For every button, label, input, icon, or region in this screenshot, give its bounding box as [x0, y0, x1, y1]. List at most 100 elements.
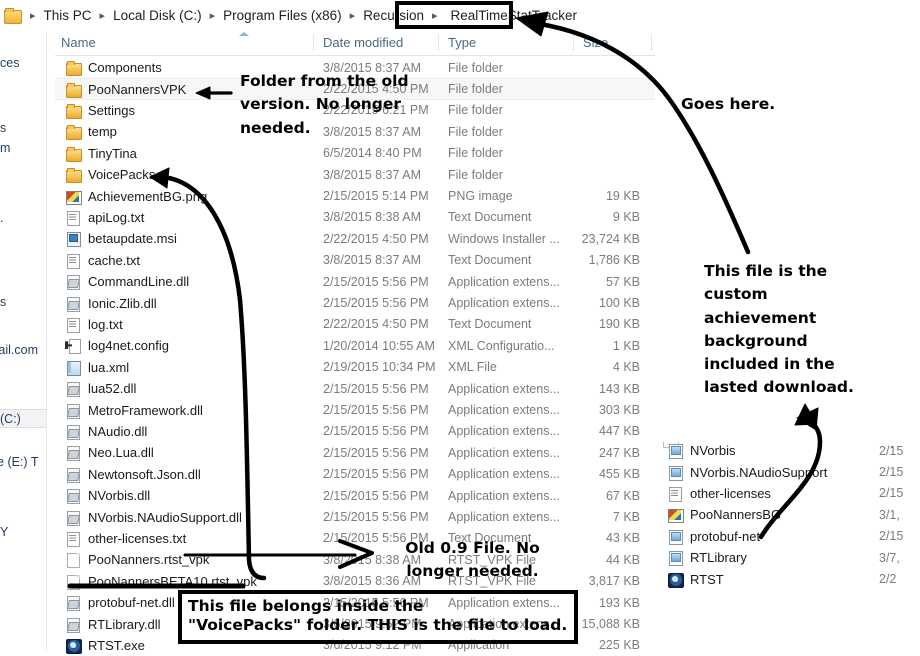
file-name-cell[interactable]: AchievementBG.png — [65, 189, 207, 205]
sidebar-item[interactable]: m — [0, 139, 10, 158]
table-row[interactable]: CommandLine.dll 2/15/2015 5:56 PM Applicat… — [55, 271, 655, 292]
file-name-cell[interactable]: VoicePacks — [65, 167, 155, 184]
table-row[interactable]: VoicePacks 3/8/2015 8:37 AM File folder — [55, 164, 655, 185]
table-row[interactable]: NVorbis.NAudioSupport 2/15 — [655, 461, 920, 482]
file-name-cell[interactable]: protobuf-net — [667, 529, 760, 545]
file-name-cell[interactable]: NVorbis.NAudioSupport — [667, 465, 827, 481]
table-row[interactable]: betaupdate.msi 2/22/2015 4:50 PM Windows I… — [55, 228, 655, 249]
text-file-icon — [65, 210, 81, 226]
file-name-cell[interactable]: NVorbis — [667, 443, 736, 460]
table-row[interactable]: apiLog.txt 3/8/2015 8:38 AM Text Document 9… — [55, 207, 655, 228]
file-name-cell[interactable]: other-licenses — [667, 486, 771, 502]
breadcrumb-item-current[interactable]: RealTimeStatTracker — [443, 5, 586, 26]
table-row[interactable]: PooNannersBG 3/1, — [655, 504, 920, 525]
table-row[interactable]: Neo.Lua.dll 2/15/2015 5:56 PM Application … — [55, 442, 655, 463]
file-name-cell[interactable]: Newtonsoft.Json.dll — [65, 467, 201, 483]
column-divider[interactable] — [313, 34, 314, 51]
table-row[interactable]: Ionic.Zlib.dll 2/15/2015 5:56 PM Applicati… — [55, 292, 655, 313]
column-divider[interactable] — [438, 34, 439, 51]
file-name-cell[interactable]: PooNannersBG — [667, 507, 781, 524]
sidebar-item[interactable]: Y — [0, 523, 8, 542]
file-name-cell[interactable]: RTLibrary — [667, 550, 747, 567]
table-row[interactable]: TinyTina 6/5/2014 8:40 PM File folder — [55, 143, 655, 164]
table-row[interactable]: other-licenses 2/15 — [655, 483, 920, 504]
file-name-cell[interactable]: CommandLine.dll — [65, 274, 189, 291]
table-row[interactable]: NVorbis.NAudioSupport.dll 2/15/2015 5:56 … — [55, 506, 655, 527]
address-bar[interactable]: ▸ This PC ▸ Local Disk (C:) ▸ Program Fi… — [0, 0, 655, 30]
breadcrumb-item-recursion[interactable]: Recursion — [360, 6, 427, 25]
column-header-date[interactable]: Date modified — [323, 35, 403, 50]
file-name-label: RTST.exe — [88, 637, 145, 653]
file-name-cell[interactable]: Components — [65, 60, 162, 77]
file-name-cell[interactable]: MetroFramework.dll — [65, 403, 203, 419]
file-name-cell[interactable]: lua52.dll — [65, 381, 136, 398]
file-name-cell[interactable]: RTST.exe — [65, 637, 145, 654]
text-file-icon — [65, 253, 81, 269]
file-icon — [667, 465, 683, 481]
table-row[interactable]: NAudio.dll 2/15/2015 5:56 PM Application e… — [55, 421, 655, 442]
folder-icon — [4, 7, 22, 24]
file-name-cell[interactable]: PooNanners.rtst_vpk — [65, 552, 209, 569]
table-row[interactable]: PooNannersBETA10.rtst_vpk 3/8/2015 8:36 A… — [55, 571, 655, 592]
file-name-cell[interactable]: NAudio.dll — [65, 424, 147, 440]
file-name-cell[interactable]: apiLog.txt — [65, 210, 144, 226]
file-name-cell[interactable]: protobuf-net.dll — [65, 595, 175, 612]
sidebar-item[interactable]: . — [0, 209, 3, 228]
file-name-cell[interactable]: cache.txt — [65, 253, 140, 269]
file-name-cell[interactable]: log4net.config — [65, 338, 169, 355]
table-row[interactable]: other-licenses.txt 2/15/2015 5:56 PM Text … — [55, 528, 655, 549]
file-name-cell[interactable]: TinyTina — [65, 146, 137, 162]
table-row[interactable]: NVorbis.dll 2/15/2015 5:56 PM Application … — [55, 485, 655, 506]
sidebar-item[interactable]: s — [0, 119, 6, 138]
file-name-cell[interactable]: RTLibrary.dll — [65, 617, 160, 633]
file-name-cell[interactable]: NVorbis.NAudioSupport.dll — [65, 510, 242, 526]
file-name-cell[interactable]: lua.xml — [65, 360, 129, 376]
sidebar-item[interactable]: s — [0, 293, 6, 312]
folder-icon — [65, 103, 82, 119]
sidebar-item[interactable]: ive (E:) T — [0, 453, 38, 472]
table-row[interactable]: lua.xml 2/19/2015 10:34 PM XML File 4 KB — [55, 357, 655, 378]
file-name-cell[interactable]: Settings — [65, 103, 135, 119]
table-row[interactable]: protobuf-net 2/15 — [655, 526, 920, 547]
file-name-cell[interactable]: log.txt — [65, 317, 123, 333]
file-date-cell: 3/8/2015 8:37 AM — [323, 253, 421, 268]
file-name-cell[interactable]: PooNannersVPK — [65, 82, 186, 98]
breadcrumb-item-program-files[interactable]: Program Files (x86) — [220, 6, 345, 25]
table-row[interactable]: log4net.config 1/20/2014 10:55 AM XML Conf… — [55, 335, 655, 356]
file-name-cell[interactable]: other-licenses.txt — [65, 531, 186, 547]
column-header-type[interactable]: Type — [448, 35, 476, 50]
table-row[interactable]: RTLibrary 3/7, — [655, 547, 920, 568]
file-name-cell[interactable]: PooNannersBETA10.rtst_vpk — [65, 574, 257, 590]
column-header-name[interactable]: Name — [61, 35, 96, 50]
file-name-cell[interactable]: temp — [65, 124, 117, 141]
column-divider[interactable] — [573, 34, 574, 51]
file-type-cell: File folder — [448, 124, 503, 139]
sort-ascending-icon — [239, 32, 249, 36]
sidebar-item[interactable]: mail.com — [0, 341, 38, 360]
dll-file-icon — [65, 445, 81, 462]
dll-file-icon — [65, 510, 81, 526]
table-row[interactable]: log.txt 2/22/2015 4:50 PM Text Document 190… — [55, 314, 655, 335]
breadcrumb-item-this-pc[interactable]: This PC — [41, 6, 95, 25]
file-date-cell: 2/15/2015 5:56 PM — [323, 488, 429, 503]
table-row[interactable]: Newtonsoft.Json.dll 2/15/2015 5:56 PM Appl… — [55, 464, 655, 485]
breadcrumb-item-local-disk[interactable]: Local Disk (C:) — [110, 6, 205, 25]
column-divider[interactable] — [651, 34, 652, 51]
sidebar-item[interactable]: (C:) — [0, 409, 46, 428]
table-row[interactable]: lua52.dll 2/15/2015 5:56 PM Application ex… — [55, 378, 655, 399]
file-name-cell[interactable]: Ionic.Zlib.dll — [65, 296, 157, 312]
file-size-cell: 4 KB — [612, 360, 640, 375]
table-row[interactable]: RTST 2/2 — [655, 568, 920, 589]
file-name-cell[interactable]: Neo.Lua.dll — [65, 445, 154, 462]
table-row[interactable]: AchievementBG.png 2/15/2015 5:14 PM PNG im… — [55, 185, 655, 206]
table-row[interactable]: PooNanners.rtst_vpk 3/8/2015 8:38 AM RTST_… — [55, 549, 655, 570]
file-date-cell: 2/22/2015 4:50 PM — [323, 317, 429, 332]
column-header-size[interactable]: Size — [583, 35, 608, 50]
file-name-cell[interactable]: NVorbis.dll — [65, 488, 150, 505]
file-name-cell[interactable]: RTST — [667, 572, 724, 588]
table-row[interactable]: MetroFramework.dll 2/15/2015 5:56 PM Appli… — [55, 399, 655, 420]
file-name-cell[interactable]: betaupdate.msi — [65, 231, 177, 248]
table-row[interactable]: cache.txt 3/8/2015 8:37 AM Text Document 1,… — [55, 250, 655, 271]
table-row[interactable]: NVorbis 2/15 — [655, 440, 920, 461]
sidebar-item[interactable]: ces — [0, 54, 19, 73]
